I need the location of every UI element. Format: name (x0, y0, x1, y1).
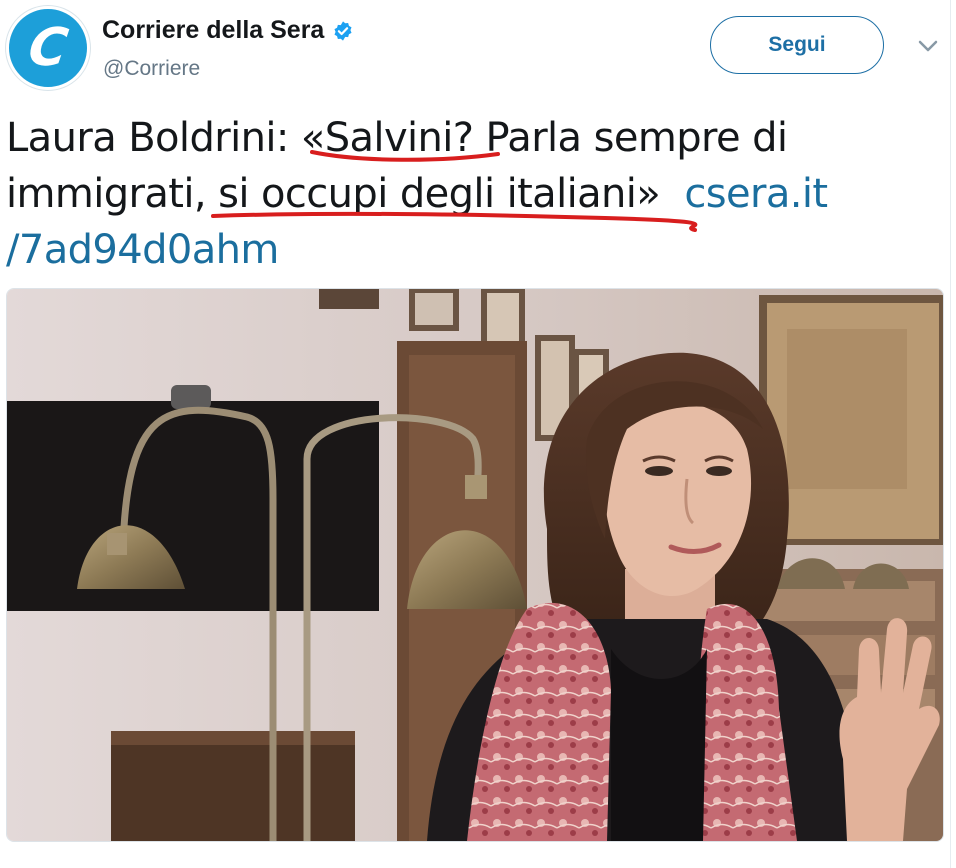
tweet-text: Laura Boldrini: «Salvini? Parla sempre d… (6, 110, 936, 278)
tweet-text-line-1: Laura Boldrini: «Salvini? Parla sempre d… (6, 115, 788, 161)
follow-button[interactable]: Segui (710, 16, 884, 74)
photo-illustration (7, 289, 943, 841)
tweet-text-line-3: /7ad94d0ahm (6, 222, 936, 278)
tweet-card: C Corriere della Sera @Corriere Segui La… (0, 0, 951, 868)
tweet-photo[interactable] (6, 288, 944, 842)
tweet-link-path[interactable]: /7ad94d0ahm (6, 227, 279, 273)
highlighted-phrase-italiani: si occupi degli italiani» (218, 171, 661, 217)
verified-badge-icon (334, 20, 352, 41)
account-handle[interactable]: @Corriere (103, 57, 200, 81)
avatar-letter: C (24, 18, 72, 78)
tweet-text-line-2: immigrati, si occupi degli italiani» cse… (6, 171, 828, 217)
chevron-down-icon[interactable] (916, 38, 940, 54)
account-name-row[interactable]: Corriere della Sera (102, 16, 354, 45)
tweet-link[interactable]: csera.it (684, 171, 828, 217)
avatar[interactable]: C (6, 6, 90, 90)
display-name[interactable]: Corriere della Sera (102, 16, 324, 45)
highlighted-phrase-salvini: Salvini? (324, 115, 474, 161)
